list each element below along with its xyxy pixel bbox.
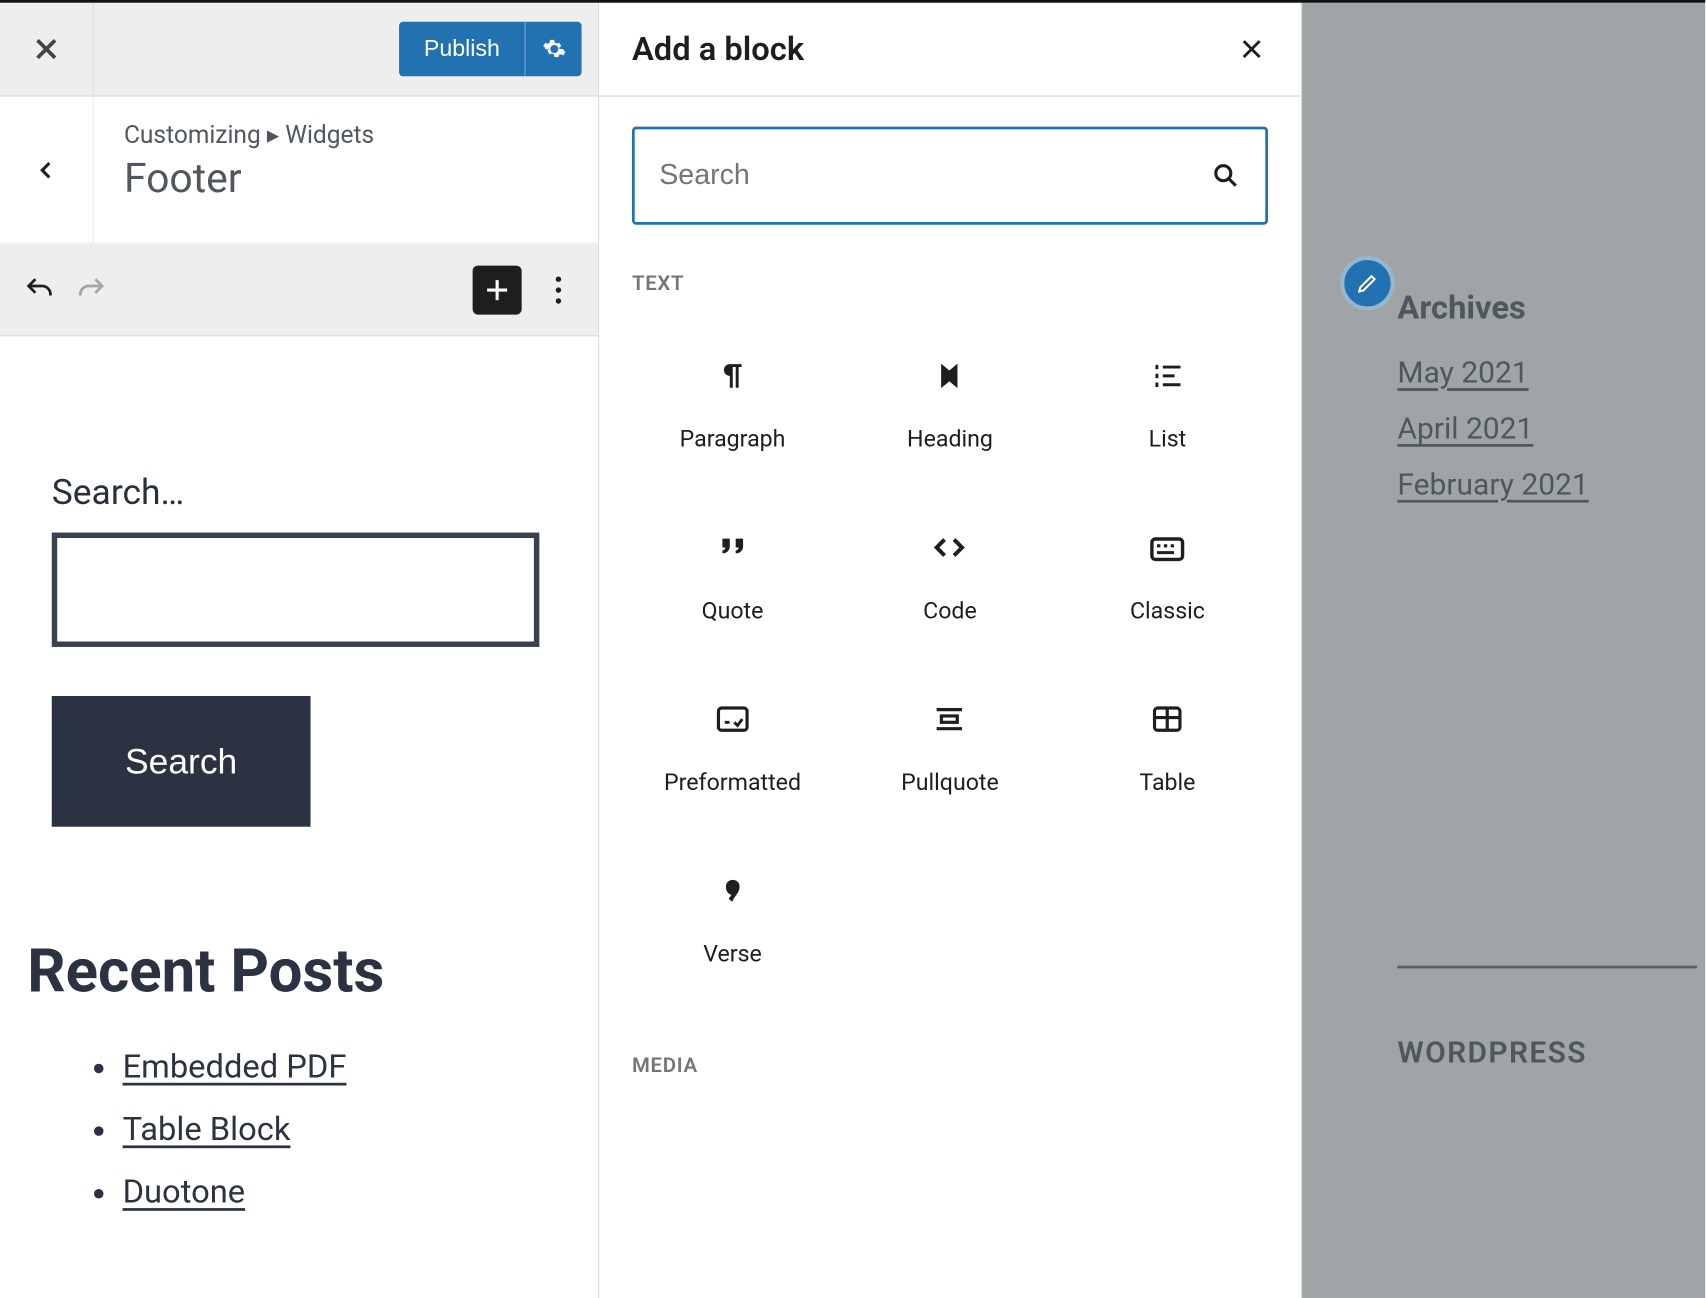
publish-button[interactable]: Publish — [399, 22, 581, 76]
block-table[interactable]: Table — [1059, 666, 1276, 821]
block-heading[interactable]: Heading — [841, 323, 1058, 478]
block-label: Heading — [907, 426, 993, 453]
code-icon — [930, 527, 971, 568]
block-verse[interactable]: Verse — [624, 838, 841, 993]
search-widget-label: Search… — [52, 473, 560, 514]
block-label: List — [1149, 426, 1187, 453]
more-icon — [556, 276, 561, 303]
block-label: Table — [1139, 770, 1195, 797]
publish-settings-button[interactable] — [524, 22, 581, 76]
block-category-label: TEXT — [599, 225, 1300, 309]
recent-posts-list: Embedded PDF Table Block Duotone — [52, 1047, 560, 1210]
publish-label: Publish — [399, 35, 524, 62]
breadcrumb-part: Customizing — [124, 121, 261, 150]
redo-icon — [75, 273, 108, 306]
add-block-button[interactable] — [473, 265, 522, 314]
block-pullquote[interactable]: Pullquote — [841, 666, 1058, 821]
breadcrumb-separator: ▸ — [267, 121, 285, 150]
list-icon — [1147, 355, 1188, 396]
gear-icon — [541, 37, 566, 62]
list-item: Table Block — [123, 1110, 560, 1148]
page-title: Footer — [124, 155, 374, 203]
block-label: Classic — [1130, 598, 1205, 625]
quote-icon — [712, 527, 753, 568]
block-label: Preformatted — [664, 770, 801, 797]
breadcrumb-part: Widgets — [285, 121, 374, 150]
edit-widget-shortcut[interactable] — [1340, 256, 1394, 310]
block-label: Verse — [703, 941, 762, 968]
pullquote-icon — [930, 699, 971, 740]
block-category-label: MEDIA — [599, 1007, 1300, 1091]
recent-post-link[interactable]: Embedded PDF — [123, 1047, 347, 1085]
search-icon — [1211, 161, 1241, 191]
inserter-title: Add a block — [632, 30, 804, 68]
preview-dim-overlay — [1302, 3, 1705, 1298]
close-icon — [31, 34, 61, 64]
preformatted-icon — [712, 699, 753, 740]
block-search-input[interactable] — [659, 159, 1211, 192]
block-label: Code — [923, 598, 977, 625]
pencil-icon — [1355, 271, 1380, 296]
classic-icon — [1147, 527, 1188, 568]
block-list[interactable]: List — [1059, 323, 1276, 478]
heading-icon — [930, 355, 971, 396]
paragraph-icon — [712, 355, 753, 396]
block-preformatted[interactable]: Preformatted — [624, 666, 841, 821]
recent-posts-heading: Recent Posts — [27, 936, 560, 1007]
block-label: Quote — [702, 598, 764, 625]
table-icon — [1147, 699, 1188, 740]
verse-icon — [712, 870, 753, 911]
block-label: Paragraph — [680, 426, 786, 453]
list-item: Duotone — [123, 1173, 560, 1211]
recent-post-link[interactable]: Duotone — [123, 1173, 246, 1211]
block-paragraph[interactable]: Paragraph — [624, 323, 841, 478]
breadcrumb: Customizing ▸ Widgets — [124, 121, 374, 150]
more-options-button[interactable] — [538, 265, 579, 314]
search-widget-button[interactable]: Search — [52, 696, 311, 827]
block-label: Pullquote — [901, 770, 999, 797]
search-widget-input[interactable] — [52, 533, 540, 647]
redo-button — [71, 269, 112, 310]
breadcrumb-back-button[interactable] — [0, 97, 94, 243]
list-item: Embedded PDF — [123, 1047, 560, 1085]
undo-icon — [23, 273, 56, 306]
close-customizer-button[interactable] — [0, 2, 94, 96]
recent-post-link[interactable]: Table Block — [123, 1110, 291, 1148]
inserter-close-button[interactable] — [1235, 33, 1268, 66]
block-search-field[interactable] — [632, 127, 1268, 225]
plus-icon — [482, 274, 512, 304]
undo-button[interactable] — [19, 269, 60, 310]
block-code[interactable]: Code — [841, 494, 1058, 649]
close-icon — [1238, 35, 1265, 62]
block-classic[interactable]: Classic — [1059, 494, 1276, 649]
chevron-left-icon — [34, 157, 59, 182]
block-quote[interactable]: Quote — [624, 494, 841, 649]
